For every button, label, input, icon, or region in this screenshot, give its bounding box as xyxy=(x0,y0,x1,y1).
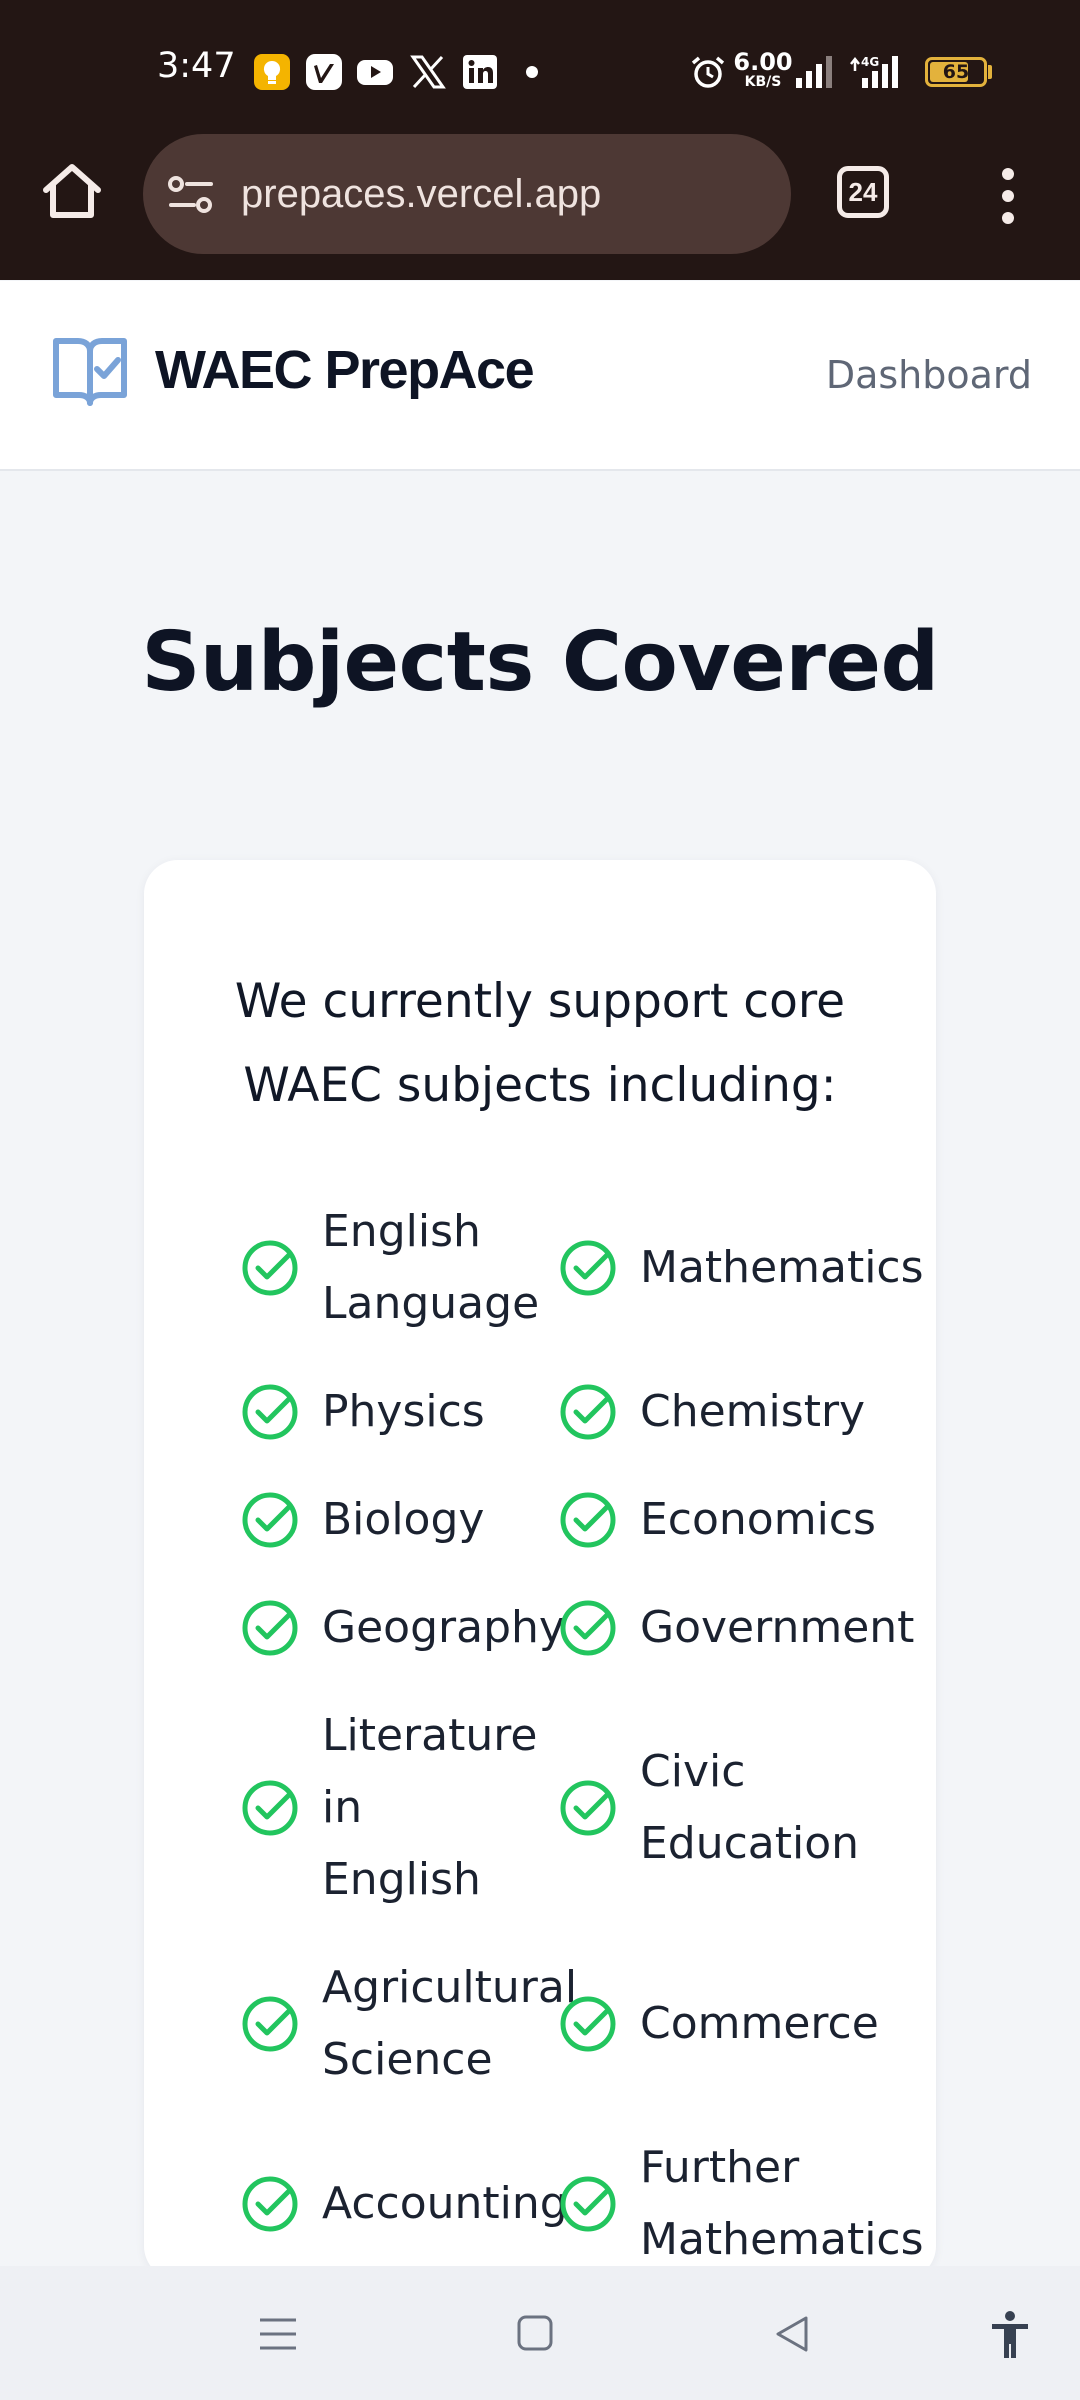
linkedin-icon xyxy=(463,55,497,89)
subject-item: Physics xyxy=(240,1376,485,1448)
subject-label: Economics xyxy=(640,1484,876,1556)
check-circle-icon xyxy=(242,1600,298,1656)
alarm-icon xyxy=(691,56,725,88)
network-speed: 6.00 KB/S xyxy=(733,48,793,90)
network-type-label: 4G xyxy=(861,55,879,69)
subject-label-line: Commerce xyxy=(640,1998,879,2049)
subject-item: Literature in English xyxy=(240,1700,537,1916)
check-circle-icon xyxy=(242,1240,298,1296)
home-nav-icon[interactable] xyxy=(516,2314,554,2352)
subject-item: Mathematics xyxy=(558,1232,924,1304)
subject-label-line: Government xyxy=(640,1602,915,1653)
subject-label: Biology xyxy=(322,1484,484,1556)
recent-apps-icon[interactable] xyxy=(258,2316,298,2352)
subject-label-line: Education xyxy=(640,1818,860,1869)
subject-label-line: Economics xyxy=(640,1494,876,1545)
check-circle-icon xyxy=(560,2176,616,2232)
subject-label-line: Agricultural xyxy=(322,1962,578,2013)
subject-label-line: Civic xyxy=(640,1746,746,1797)
subject-label-line: English xyxy=(322,1854,481,1905)
subject-item: Accounting xyxy=(240,2168,568,2240)
subjects-intro-line-2: WAEC subjects including: xyxy=(243,1058,837,1113)
signal-bars-icon xyxy=(796,56,832,88)
subject-label-line: English xyxy=(322,1206,481,1257)
keep-notes-icon xyxy=(254,54,290,90)
subject-label: Chemistry xyxy=(640,1376,865,1448)
subject-label-line: Geography xyxy=(322,1602,565,1653)
back-icon[interactable] xyxy=(772,2314,812,2354)
check-circle-icon xyxy=(560,1384,616,1440)
tab-switcher-button[interactable]: 24 xyxy=(837,166,889,218)
check-circle-icon xyxy=(560,1240,616,1296)
subject-label: Physics xyxy=(322,1376,485,1448)
check-circle-icon xyxy=(242,1996,298,2052)
check-circle-icon xyxy=(560,1996,616,2052)
subject-label: Further Mathematics xyxy=(640,2132,924,2276)
youtube-icon xyxy=(357,60,393,85)
subject-item: Chemistry xyxy=(558,1376,865,1448)
battery-tip xyxy=(988,65,992,79)
nav-dashboard-link[interactable]: Dashboard xyxy=(826,353,1032,397)
check-circle-icon xyxy=(242,2176,298,2232)
subject-label-line: in xyxy=(322,1782,363,1833)
subject-label-line: Further xyxy=(640,2142,800,2193)
battery-indicator: 65 xyxy=(925,57,987,87)
check-circle-icon xyxy=(242,1780,298,1836)
check-circle-icon xyxy=(242,1492,298,1548)
site-header: WAEC PrepAce Dashboard xyxy=(0,281,1080,471)
page-title: Subjects Covered xyxy=(141,615,939,710)
accessibility-icon[interactable] xyxy=(988,2310,1032,2360)
subject-label-line: Accounting xyxy=(322,2178,568,2229)
status-time: 3:47 xyxy=(157,46,236,86)
check-circle-icon xyxy=(242,1384,298,1440)
check-circle-icon xyxy=(560,1780,616,1836)
subject-item: Further Mathematics xyxy=(558,2132,924,2276)
subject-label-line: Chemistry xyxy=(640,1386,866,1437)
battery-level: 65 xyxy=(942,61,970,83)
subject-label: Mathematics xyxy=(640,1232,924,1304)
check-circle-icon xyxy=(560,1600,616,1656)
subject-item: Agricultural Science xyxy=(240,1952,577,2096)
subject-label-line: Literature xyxy=(322,1710,538,1761)
subjects-card: We currently support core WAEC subjects … xyxy=(144,860,936,2280)
more-options-icon[interactable] xyxy=(990,168,1026,224)
address-bar[interactable]: prepaces.vercel.app xyxy=(143,134,791,254)
subject-label: Literature in English xyxy=(322,1700,537,1916)
subject-label: Accounting xyxy=(322,2168,568,2240)
subject-item: Economics xyxy=(558,1484,876,1556)
more-notifications-dot xyxy=(526,66,538,78)
x-icon xyxy=(410,55,446,89)
subject-label-line: Mathematics xyxy=(640,1242,924,1293)
subject-label-line: Language xyxy=(322,1278,540,1329)
subject-label: Agricultural Science xyxy=(322,1952,577,2096)
subject-label: Government xyxy=(640,1592,914,1664)
subject-label: Geography xyxy=(322,1592,565,1664)
brand-name[interactable]: WAEC PrepAce xyxy=(155,339,535,401)
subject-item: Civic Education xyxy=(558,1736,859,1880)
status-bar: 3:47 6.00 KB/S 4G 65 xyxy=(0,0,1080,130)
subject-label: Civic Education xyxy=(640,1736,859,1880)
home-icon[interactable] xyxy=(38,158,106,226)
subject-label-line: Biology xyxy=(322,1494,485,1545)
subject-item: Commerce xyxy=(558,1988,879,2060)
subject-label: Commerce xyxy=(640,1988,879,2060)
subject-label-line: Physics xyxy=(322,1386,485,1437)
vimeo-icon xyxy=(306,54,342,90)
subject-label-line: Science xyxy=(322,2034,493,2085)
subject-item: English Language xyxy=(240,1196,539,1340)
url-text[interactable]: prepaces.vercel.app xyxy=(241,172,601,217)
subject-item: Government xyxy=(558,1592,914,1664)
subject-item: Biology xyxy=(240,1484,484,1556)
book-check-logo-icon[interactable] xyxy=(50,333,130,409)
site-settings-icon[interactable] xyxy=(167,174,215,216)
signal-4g-icon: 4G xyxy=(850,55,898,88)
subject-item: Geography xyxy=(240,1592,565,1664)
subject-label: English Language xyxy=(322,1196,539,1340)
system-navigation-bar xyxy=(0,2266,1080,2400)
subjects-intro-line-1: We currently support core xyxy=(234,974,846,1029)
subjects-intro: We currently support core WAEC subjects … xyxy=(144,960,936,1128)
check-circle-icon xyxy=(560,1492,616,1548)
browser-toolbar: prepaces.vercel.app 24 xyxy=(0,130,1080,280)
